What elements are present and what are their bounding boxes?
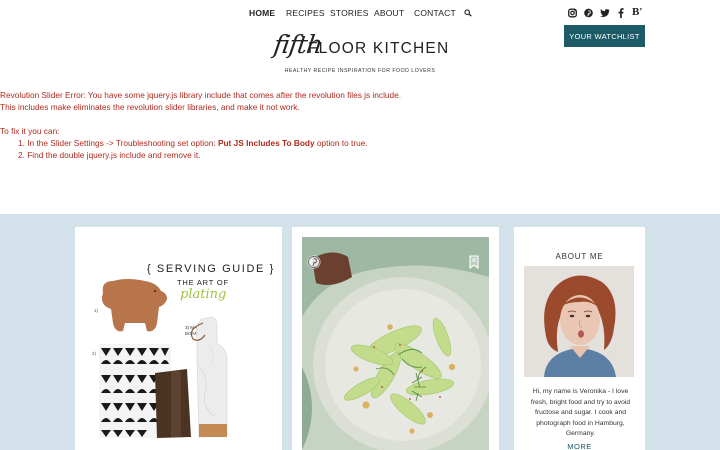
about-me-title: ABOUT ME — [555, 252, 604, 261]
author-portrait — [524, 266, 634, 377]
error-step-2: 2. Find the double jquery.js include and… — [18, 150, 201, 160]
about-me-photo — [524, 266, 634, 377]
watchlist-button[interactable]: YOUR WATCHLIST — [564, 25, 645, 47]
bookmark-icon[interactable] — [469, 255, 479, 269]
nav-contact[interactable]: CONTACT — [414, 8, 456, 18]
bloglovin-icon[interactable]: B' — [632, 6, 642, 18]
twitter-icon[interactable] — [600, 7, 610, 19]
site-tagline: HEALTHY RECIPE INSPIRATION FOR FOOD LOVE… — [284, 68, 436, 74]
instagram-icon[interactable] — [568, 7, 577, 19]
error-step-1-option: Put JS Includes To Body — [217, 138, 315, 148]
error-fix-heading: To fix it you can: — [0, 126, 60, 136]
recipe-photo[interactable] — [302, 237, 489, 450]
pinterest-icon[interactable] — [584, 7, 593, 19]
pinterest-save-icon[interactable] — [307, 255, 321, 269]
facebook-icon[interactable] — [618, 7, 624, 19]
recipe-card[interactable] — [292, 227, 499, 450]
nav-recipes[interactable]: RECIPES — [286, 8, 325, 18]
featured-section: { SERVING GUIDE } THE ART OF plating 1) … — [0, 214, 720, 450]
serving-guide-card[interactable]: { SERVING GUIDE } THE ART OF plating 1) … — [75, 227, 282, 450]
logo-main-text: FLOOR KITCHEN — [308, 40, 450, 57]
nav-bar: HOME RECIPES STORIES ABOUT CONTACT — [0, 8, 720, 20]
slider-error-message: Revolution Slider Error: You have some j… — [0, 89, 720, 161]
nav-about[interactable]: ABOUT — [374, 8, 404, 18]
error-line-1: Revolution Slider Error: You have some j… — [0, 90, 402, 100]
search-icon[interactable] — [464, 9, 472, 17]
site-logo[interactable]: fifth FLOOR KITCHEN — [270, 30, 450, 70]
about-me-text: Hi, my name is Veronika - I love fresh, … — [530, 388, 631, 438]
nav-stories[interactable]: STORIES — [330, 8, 369, 18]
salad-plate-image — [302, 237, 489, 450]
nav-home[interactable]: HOME — [249, 8, 275, 18]
error-step-1: 1. In the Slider Settings -> Troubleshoo… — [18, 138, 368, 148]
about-more-link[interactable]: MORE — [514, 442, 645, 450]
serving-guide-illustration — [99, 279, 228, 438]
error-line-2: This includes make eliminates the revolu… — [0, 102, 300, 112]
about-me-widget: ABOUT ME Hi, my name is Veronika - I lov… — [514, 227, 645, 450]
error-fix-steps: 1. In the Slider Settings -> Troubleshoo… — [0, 137, 720, 161]
